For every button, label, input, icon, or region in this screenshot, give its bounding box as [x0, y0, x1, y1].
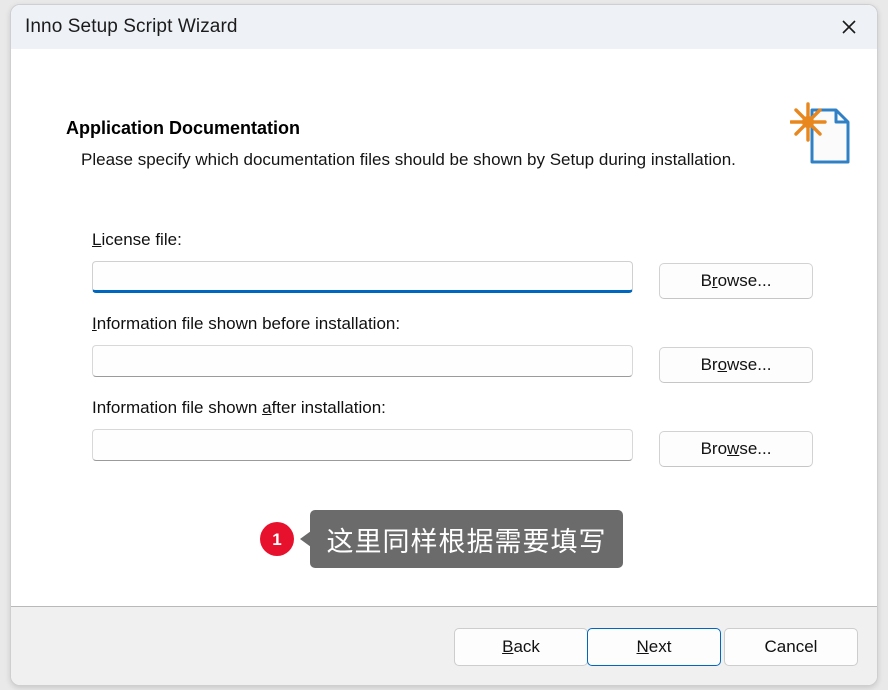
dialog-footer: Back Next Cancel [11, 606, 877, 685]
back-suffix: ack [513, 637, 540, 656]
next-suffix: ext [648, 637, 672, 656]
wizard-window: Inno Setup Script Wizard Application Doc… [10, 4, 878, 686]
page-title: Application Documentation [66, 118, 300, 138]
browse-3-accel: w [727, 439, 740, 458]
page-description: Please specify which documentation files… [81, 150, 736, 169]
page-header: Application Documentation Please specify… [11, 49, 877, 169]
page-content: Application Documentation Please specify… [11, 49, 877, 606]
annotation-bubble: 这里同样根据需要填写 [310, 510, 623, 568]
license-label-suffix: icense file: [101, 230, 182, 249]
close-icon [839, 17, 859, 37]
window-title: Inno Setup Script Wizard [25, 16, 238, 37]
info-before-input[interactable] [92, 345, 633, 377]
next-accel: N [636, 637, 649, 656]
back-accel: B [502, 637, 514, 656]
after-label-accel: a [262, 398, 272, 417]
browse-2-accel: o [717, 355, 728, 374]
before-label-suffix: nformation file shown before installatio… [96, 314, 401, 333]
browse-3-prefix: Bro [700, 439, 728, 458]
info-after-label: Information file shown after installatio… [92, 398, 386, 418]
document-sparkle-icon [789, 102, 854, 168]
cancel-prefix: Cancel [764, 637, 818, 656]
annotation-text: 这里同样根据需要填写 [326, 526, 607, 557]
title-bar: Inno Setup Script Wizard [11, 5, 877, 49]
annotation-step-badge: 1 [260, 522, 294, 556]
back-button[interactable]: Back [454, 628, 588, 666]
info-before-label: Information file shown before installati… [92, 314, 400, 334]
browse-1-suffix: owse... [717, 271, 772, 290]
browse-2-suffix: wse... [727, 355, 772, 374]
after-label-prefix: Information file shown [92, 398, 263, 417]
browse-info-after-button[interactable]: Browse... [659, 431, 813, 467]
browse-2-prefix: Br [700, 355, 718, 374]
license-file-label: License file: [92, 230, 182, 250]
browse-license-button[interactable]: Browse... [659, 263, 813, 299]
next-button[interactable]: Next [587, 628, 721, 666]
after-label-suffix: fter installation: [271, 398, 386, 417]
cancel-button[interactable]: Cancel [724, 628, 858, 666]
info-after-input[interactable] [92, 429, 633, 461]
browse-1-prefix: B [700, 271, 712, 290]
close-button[interactable] [821, 5, 877, 49]
browse-3-suffix: se... [739, 439, 772, 458]
license-file-input[interactable] [92, 261, 633, 293]
browse-info-before-button[interactable]: Browse... [659, 347, 813, 383]
